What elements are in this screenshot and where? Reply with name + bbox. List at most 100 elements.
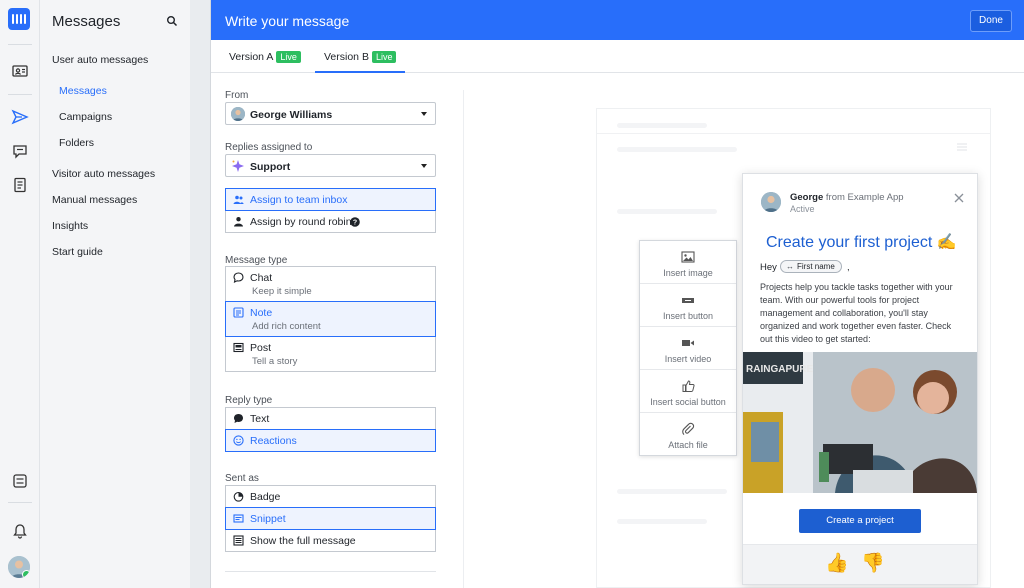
image-icon xyxy=(681,251,695,263)
apps-icon[interactable] xyxy=(11,472,29,490)
assign-team-inbox-option[interactable]: Assign to team inbox xyxy=(225,188,436,211)
reply-type-text-option[interactable]: Text xyxy=(225,407,436,430)
nav-item-folders[interactable]: Folders xyxy=(59,137,94,149)
attribute-icon: ↔ xyxy=(786,262,794,271)
insert-image-button[interactable]: Insert image xyxy=(640,241,736,284)
replies-select[interactable]: Support xyxy=(225,154,436,177)
message-body[interactable]: Projects help you tackle tasks together … xyxy=(760,281,966,346)
sender-name: George xyxy=(790,192,824,203)
assign-round-robin-label: Assign by round robin xyxy=(250,216,352,228)
from-value: George Williams xyxy=(250,109,333,121)
reply-type-reactions-option[interactable]: Reactions xyxy=(225,429,436,452)
chat-icon xyxy=(233,272,244,283)
play-icon xyxy=(846,408,874,436)
insert-video-button[interactable]: Insert video xyxy=(640,327,736,370)
photo-sign-text: RAINGAPURE xyxy=(746,364,814,375)
chat-bubble-icon[interactable] xyxy=(11,142,29,160)
sender-avatar xyxy=(761,192,781,212)
sender-from: from Example App xyxy=(825,192,904,203)
thumbs-up-icon xyxy=(682,380,695,392)
nav-item-user-auto-messages[interactable]: User auto messages xyxy=(52,54,148,66)
first-name-attribute-chip[interactable]: ↔ First name xyxy=(780,260,842,273)
placeholder-line xyxy=(617,489,727,494)
message-type-chat-label: Chat xyxy=(250,272,273,284)
app-logo-icon[interactable] xyxy=(8,8,30,30)
articles-icon[interactable] xyxy=(11,176,29,194)
rail-divider xyxy=(8,44,32,45)
replies-label: Replies assigned to xyxy=(225,142,313,153)
team-icon xyxy=(233,195,244,204)
messages-nav: Messages User auto messages Messages Cam… xyxy=(40,0,190,588)
nav-item-visitor-auto-messages[interactable]: Visitor auto messages xyxy=(52,168,155,180)
post-icon xyxy=(233,342,244,353)
reactions-bar: 👍 👎 xyxy=(743,544,977,584)
sender-line: George from Example App xyxy=(790,192,904,203)
full-message-icon xyxy=(233,535,244,546)
message-title[interactable]: Create your first project ✍ xyxy=(766,232,957,252)
thumbs-down-reaction-icon[interactable]: 👎 xyxy=(861,553,885,575)
insert-button-label: Insert button xyxy=(662,311,714,321)
editor-header: Write your message Done xyxy=(211,0,1024,40)
editor-title: Write your message xyxy=(225,13,350,29)
reply-type-label: Reply type xyxy=(225,395,273,406)
smiley-icon xyxy=(233,435,244,446)
reply-type-text-label: Text xyxy=(250,413,270,425)
reply-type-reactions-label: Reactions xyxy=(250,435,297,447)
placeholder-line xyxy=(617,209,717,214)
attach-file-label: Attach file xyxy=(668,440,708,450)
nav-item-messages[interactable]: Messages xyxy=(59,85,107,97)
message-type-note-option[interactable]: Note Add rich content xyxy=(225,301,436,337)
thumbs-up-reaction-icon[interactable]: 👍 xyxy=(825,553,849,575)
contacts-icon[interactable] xyxy=(11,62,29,80)
user-avatar[interactable] xyxy=(8,556,30,578)
outbound-messages-icon[interactable] xyxy=(11,108,29,126)
sent-as-full-message-option[interactable]: Show the full message xyxy=(225,529,436,552)
live-badge: Live xyxy=(371,51,397,63)
nav-item-insights[interactable]: Insights xyxy=(52,220,88,232)
tab-version-a[interactable]: Version A Live xyxy=(229,51,301,63)
sent-as-snippet-option[interactable]: Snippet xyxy=(225,507,436,530)
snippet-icon xyxy=(233,514,244,523)
nav-title: Messages xyxy=(52,13,121,30)
video-icon xyxy=(682,340,694,346)
message-type-chat-option[interactable]: Chat Keep it simple xyxy=(225,266,436,302)
sent-as-badge-option[interactable]: Badge xyxy=(225,485,436,508)
insert-button-button[interactable]: Insert button xyxy=(640,284,736,327)
nav-item-start-guide[interactable]: Start guide xyxy=(52,246,103,258)
rail-divider xyxy=(8,502,32,503)
nav-item-campaigns[interactable]: Campaigns xyxy=(59,111,112,123)
menu-icon xyxy=(957,143,967,151)
chip-label: First name xyxy=(797,262,835,271)
done-button[interactable]: Done xyxy=(970,10,1012,32)
close-icon[interactable] xyxy=(954,193,964,203)
assign-round-robin-option[interactable]: Assign by round robin ? xyxy=(225,210,436,233)
message-type-post-desc: Tell a story xyxy=(252,356,298,367)
from-select[interactable]: George Williams xyxy=(225,102,436,125)
notifications-icon[interactable] xyxy=(11,522,29,540)
person-icon xyxy=(234,217,243,227)
help-icon[interactable]: ? xyxy=(350,217,360,227)
insert-video-label: Insert video xyxy=(664,354,712,364)
active-tab-indicator xyxy=(315,71,405,73)
svg-text:?: ? xyxy=(353,220,357,227)
caret-down-icon xyxy=(421,164,427,168)
attach-file-button[interactable]: Attach file xyxy=(640,413,736,456)
placeholder-line xyxy=(617,519,707,524)
message-type-note-desc: Add rich content xyxy=(252,321,321,332)
message-type-post-label: Post xyxy=(250,342,272,354)
tab-version-b[interactable]: Version B Live xyxy=(324,51,397,63)
nav-item-manual-messages[interactable]: Manual messages xyxy=(52,194,137,206)
sender-avatar xyxy=(231,107,245,121)
search-icon[interactable] xyxy=(166,15,178,27)
video-thumbnail[interactable]: RAINGAPURE xyxy=(743,352,977,493)
rail-divider xyxy=(8,94,32,95)
insert-social-button[interactable]: Insert social button xyxy=(640,370,736,413)
message-editor: Write your message Done Version A Live Ve… xyxy=(210,0,1024,588)
insert-social-label: Insert social button xyxy=(650,397,726,407)
message-type-post-option[interactable]: Post Tell a story xyxy=(225,336,436,372)
caret-down-icon xyxy=(421,112,427,116)
create-project-button[interactable]: Create a project xyxy=(799,509,921,533)
placeholder-line xyxy=(617,123,707,128)
sent-as-badge-label: Badge xyxy=(250,491,281,503)
insert-menu: Insert image Insert button Insert video … xyxy=(639,240,737,456)
